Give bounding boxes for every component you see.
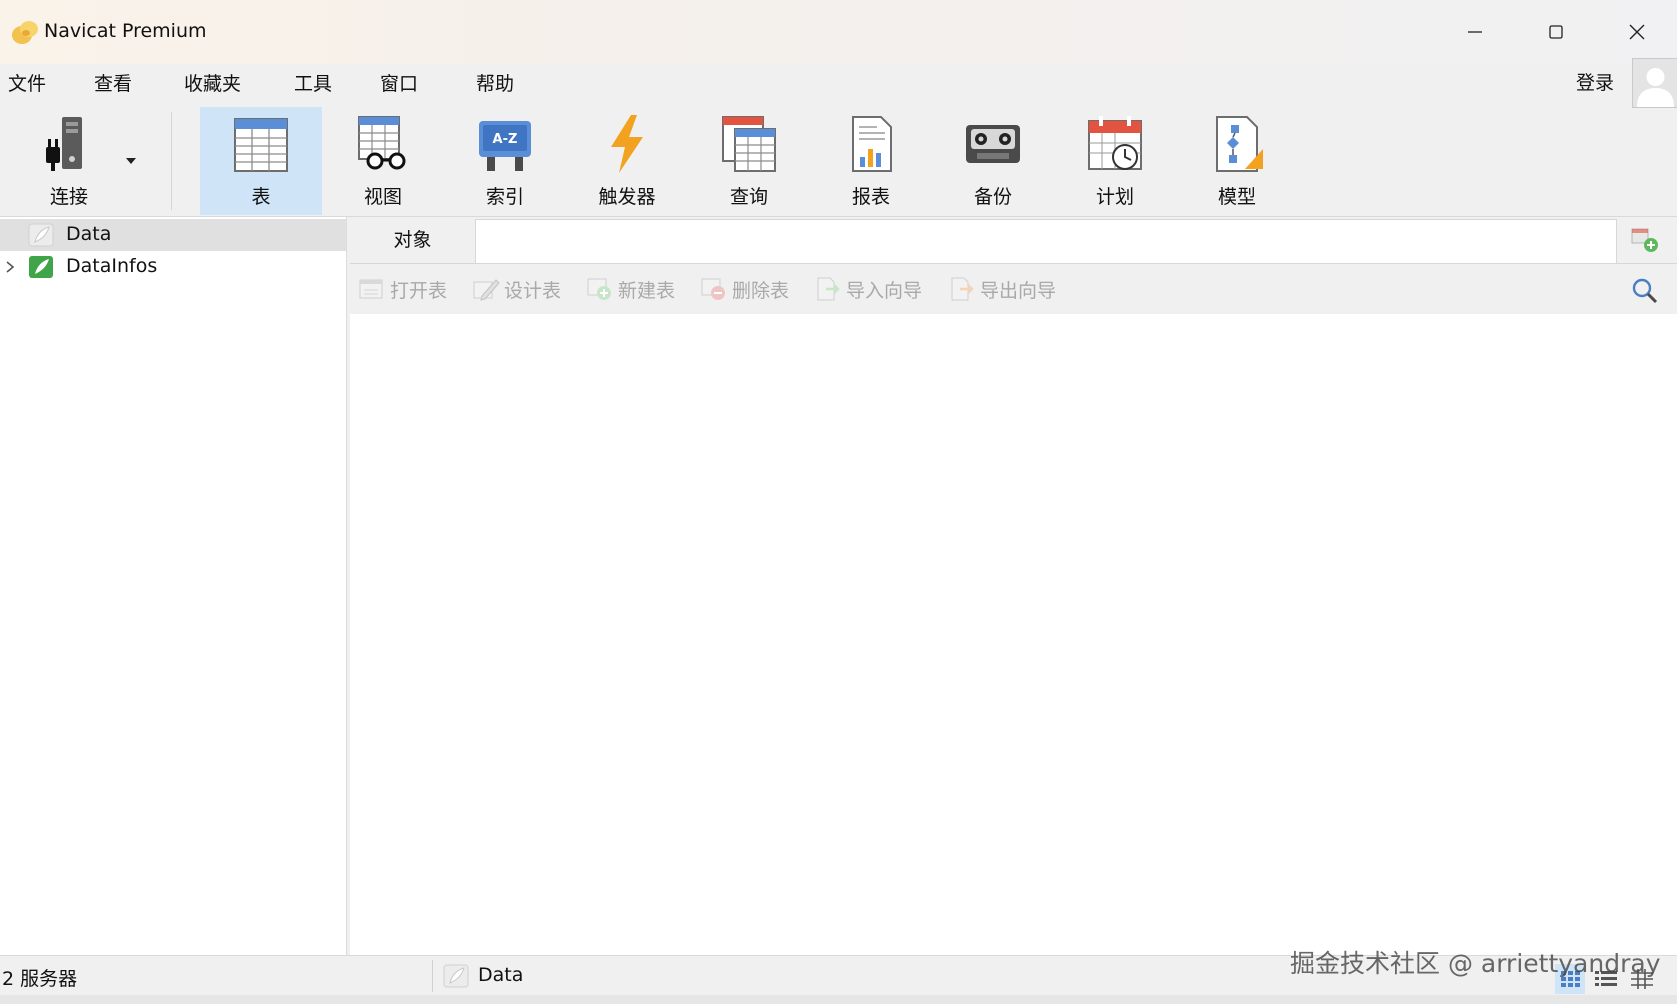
close-icon [1629,24,1645,40]
toolbar-index-button[interactable]: A-Z 索引 [444,107,566,215]
navicat-window: Navicat Premium 文件 查看 收藏夹 工具 窗口 帮助 登录 连接… [0,0,1677,1004]
object-tab-bar: 对象 [350,217,1677,264]
schedule-icon [1088,116,1142,170]
action-label: 新建表 [618,279,676,302]
navicat-logo-icon [12,21,38,44]
svg-text:A-Z: A-Z [493,132,518,147]
tab-objects[interactable]: 对象 [350,217,475,263]
toolbar-model-button[interactable]: 模型 [1176,107,1298,215]
mongodb-connection-icon [29,256,53,278]
export-wizard-button[interactable]: 导出向导 [948,276,1056,302]
design-table-icon [473,279,500,301]
toolbar-report-button[interactable]: 报表 [810,107,932,215]
trigger-icon [611,115,643,173]
action-label: 删除表 [732,279,790,302]
object-list-area[interactable] [350,314,1677,955]
toolbar-label: 查询 [729,186,768,208]
tree-item-label: Data [66,223,112,245]
toolbar-divider [171,112,172,210]
minimize-icon [1468,31,1482,33]
toolbar-label: 表 [251,186,271,208]
design-table-button[interactable]: 设计表 [472,276,561,302]
mongodb-connection-icon [443,964,469,988]
toolbar-label: 连接 [49,186,88,208]
menu-favorites[interactable]: 收藏夹 [182,70,243,98]
menu-window[interactable]: 窗口 [378,70,420,98]
menu-bar: 文件 查看 收藏夹 工具 窗口 帮助 [0,64,1677,104]
tree-item-datainfos[interactable]: DataInfos [0,251,346,283]
object-panel: 对象 打开表 设计表 新建表 删除表 导入向导 导出向导 [350,217,1677,955]
object-action-bar: 打开表 设计表 新建表 删除表 导入向导 导出向导 [350,264,1677,314]
action-label: 打开表 [390,279,448,302]
tree-item-data[interactable]: Data [0,219,346,251]
action-label: 导出向导 [980,279,1057,302]
search-icon[interactable] [1630,276,1660,306]
toolbar-label: 计划 [1095,186,1134,208]
toolbar-label: 备份 [973,186,1012,208]
window-title: Navicat Premium [44,20,207,42]
title-bar: Navicat Premium [0,0,1677,64]
status-divider [432,960,433,992]
mongodb-connection-icon [28,223,54,247]
toolbar-backup-button[interactable]: 备份 [932,107,1054,215]
toolbar-view-button[interactable]: 视图 [322,107,444,215]
export-wizard-icon [951,277,974,301]
maximize-icon [1549,25,1563,39]
server-count: 2 服务器 [2,968,78,990]
toolbar-table-button[interactable]: 表 [200,107,322,215]
open-table-icon [359,279,383,299]
menu-help[interactable]: 帮助 [474,70,516,98]
toolbar-trigger-button[interactable]: 触发器 [566,107,688,215]
login-link[interactable]: 登录 [1576,68,1614,95]
connection-icon [46,117,82,171]
backup-icon [966,125,1020,163]
toolbar-label: 索引 [485,186,524,208]
menu-file[interactable]: 文件 [6,70,48,98]
query-icon [722,116,776,172]
action-label: 导入向导 [846,279,923,302]
delete-table-button[interactable]: 删除表 [700,276,789,302]
chevron-right-icon[interactable] [4,260,16,274]
menu-tools[interactable]: 工具 [292,70,334,98]
toolbar-label: 视图 [363,186,402,208]
minimize-button[interactable] [1435,8,1515,56]
toolbar-query-button[interactable]: 查询 [688,107,810,215]
open-table-button[interactable]: 打开表 [358,276,447,302]
window-bottom-edge [0,995,1677,1004]
action-label: 设计表 [504,279,562,302]
view-icon [358,116,406,170]
maximize-button[interactable] [1516,8,1596,56]
toolbar-label: 模型 [1217,186,1256,208]
import-wizard-button[interactable]: 导入向导 [814,276,922,302]
model-icon [1216,116,1263,172]
new-object-tab-icon[interactable] [1628,225,1662,255]
tree-item-label: DataInfos [66,255,158,277]
delete-table-icon [701,278,725,300]
toolbar-label: 触发器 [598,186,656,208]
current-connection: Data [478,964,524,986]
toolbar-label: 报表 [851,186,890,208]
avatar[interactable] [1632,58,1677,108]
new-table-button[interactable]: 新建表 [586,276,675,302]
menu-view[interactable]: 查看 [92,70,134,98]
connection-tree: Data DataInfos [0,217,347,955]
toolbar-schedule-button[interactable]: 计划 [1054,107,1176,215]
new-table-icon [587,278,611,300]
watermark: 掘金技术社区 @ arriettyandray [1290,949,1661,978]
user-avatar-icon [1637,68,1674,107]
table-icon [234,118,288,172]
toolbar-connection-button[interactable]: 连接 [8,107,130,215]
report-icon [852,116,892,172]
close-button[interactable] [1597,8,1677,56]
import-wizard-icon [817,277,840,301]
object-tab-content [475,219,1617,263]
index-icon: A-Z [479,121,531,171]
chevron-down-icon[interactable] [126,158,136,164]
